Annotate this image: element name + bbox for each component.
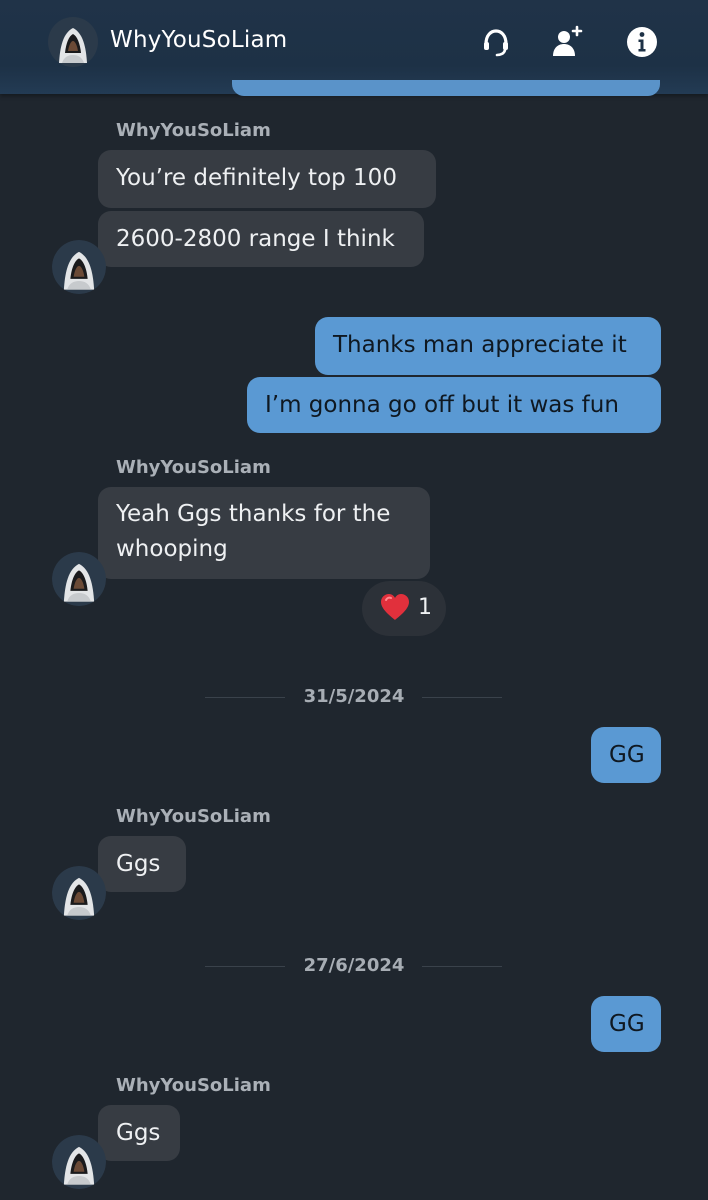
message-text: Ggs bbox=[116, 851, 161, 877]
contact-avatar[interactable] bbox=[52, 240, 106, 294]
message-text: GG bbox=[609, 742, 645, 768]
message-bubble-outgoing[interactable]: Thanks man appreciate it bbox=[315, 317, 661, 375]
previous-message-bubble-edge bbox=[232, 80, 660, 96]
sender-name: WhyYouSoLiam bbox=[116, 457, 271, 478]
info-icon[interactable] bbox=[624, 24, 660, 60]
chat-window: WhyYouSoLiam WhyYouSoLiam You’re definit… bbox=[0, 0, 708, 1200]
contact-avatar[interactable] bbox=[52, 1135, 106, 1189]
contact-name: WhyYouSoLiam bbox=[110, 27, 288, 53]
message-text: Thanks man appreciate it bbox=[333, 332, 627, 358]
message-bubble-incoming[interactable]: Ggs bbox=[98, 836, 186, 892]
reaction-count: 1 bbox=[418, 595, 432, 620]
message-bubble-incoming[interactable]: Ggs bbox=[98, 1105, 180, 1161]
message-bubble-incoming[interactable]: Yeah Ggs thanks for the whooping bbox=[98, 487, 430, 579]
message-text: GG bbox=[609, 1011, 645, 1037]
date-separator: 27/6/2024 bbox=[0, 955, 708, 979]
heart-icon bbox=[379, 592, 411, 628]
date-separator: 31/5/2024 bbox=[0, 686, 708, 710]
date-label: 27/6/2024 bbox=[303, 955, 405, 976]
message-text: I’m gonna go off but it was fun bbox=[265, 392, 619, 418]
message-text: 2600-2800 range I think bbox=[116, 226, 395, 252]
message-text-line: whooping bbox=[116, 536, 228, 562]
contact-avatar[interactable] bbox=[52, 552, 106, 606]
message-text: You’re definitely top 100 bbox=[116, 165, 397, 191]
add-friend-icon[interactable] bbox=[548, 24, 584, 60]
contact-avatar[interactable] bbox=[52, 866, 106, 920]
date-label: 31/5/2024 bbox=[303, 686, 405, 707]
message-bubble-outgoing[interactable]: GG bbox=[591, 727, 661, 783]
sender-name: WhyYouSoLiam bbox=[116, 120, 271, 141]
message-bubble-outgoing[interactable]: GG bbox=[591, 996, 661, 1052]
message-bubble-incoming[interactable]: You’re definitely top 100 bbox=[98, 150, 436, 208]
chat-header: WhyYouSoLiam bbox=[0, 0, 708, 96]
sender-name: WhyYouSoLiam bbox=[116, 806, 271, 827]
headset-icon[interactable] bbox=[478, 24, 514, 60]
message-bubble-incoming[interactable]: 2600-2800 range I think bbox=[98, 211, 424, 267]
message-bubble-outgoing[interactable]: I’m gonna go off but it was fun bbox=[247, 377, 661, 433]
message-text: Ggs bbox=[116, 1120, 161, 1146]
sender-name: WhyYouSoLiam bbox=[116, 1075, 271, 1096]
contact-avatar[interactable] bbox=[48, 17, 98, 67]
message-text-line: Yeah Ggs thanks for the bbox=[116, 501, 391, 527]
reaction-badge[interactable]: 1 bbox=[362, 581, 446, 636]
